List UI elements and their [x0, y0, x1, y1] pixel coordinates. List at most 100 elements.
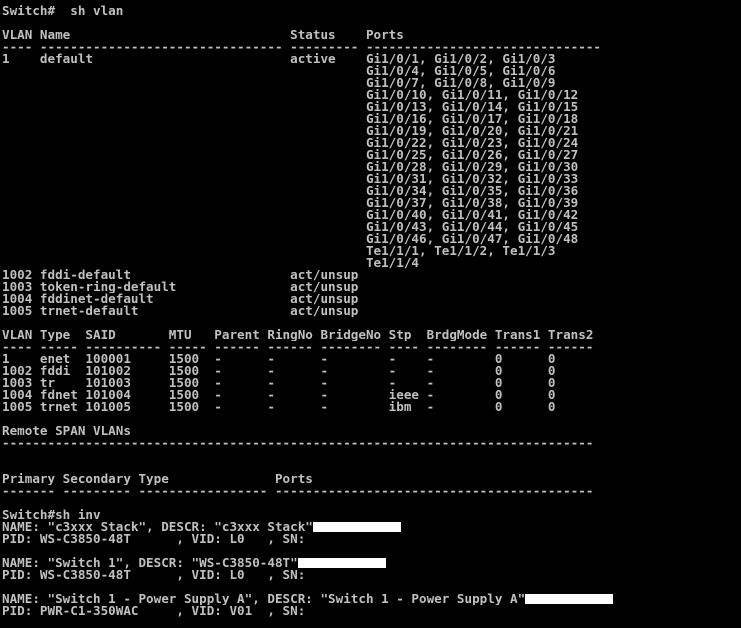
terminal-line: Gi1/0/40, Gi1/0/41, Gi1/0/42 [2, 209, 739, 221]
terminal-line: 1003 token-ring-default act/unsup [2, 281, 739, 293]
terminal-line-text: Gi1/0/43, Gi1/0/44, Gi1/0/45 [2, 221, 579, 233]
terminal-line: PID: PWR-C1-350WAC , VID: V01 , SN: [2, 605, 739, 617]
terminal-line: Te1/1/4 [2, 257, 739, 269]
terminal-line-text: PID: WS-C3850-48T , VID: L0 , SN: [2, 569, 313, 581]
terminal-line: Switch#sh inv [2, 509, 739, 521]
terminal-line: Te1/1/1, Te1/1/2, Te1/1/3 [2, 245, 739, 257]
terminal-line: Remote SPAN VLANs [2, 425, 739, 437]
terminal-line: NAME: "c3xxx Stack", DESCR: "c3xxx Stack… [2, 521, 739, 533]
terminal-line-text: Gi1/0/28, Gi1/0/29, Gi1/0/30 [2, 161, 579, 173]
serial-number-redaction [525, 594, 614, 604]
terminal-line-text: PID: WS-C3850-48T , VID: L0 , SN: [2, 533, 313, 545]
terminal-line: 1002 fddi-default act/unsup [2, 269, 739, 281]
terminal-line-text: NAME: "Switch 1", DESCR: "WS-C3850-48T" [2, 557, 298, 569]
terminal-line: ------- --------- ----------------- ----… [2, 485, 739, 497]
terminal-line: 1 default active Gi1/0/1, Gi1/0/2, Gi1/0… [2, 53, 739, 65]
terminal-line-text: NAME: "Switch 1 - Power Supply A", DESCR… [2, 593, 526, 605]
terminal-line: Gi1/0/37, Gi1/0/38, Gi1/0/39 [2, 197, 739, 209]
terminal-line: 1004 fddinet-default act/unsup [2, 293, 739, 305]
terminal-line: VLAN Name Status Ports [2, 29, 739, 41]
terminal-line: Gi1/0/10, Gi1/0/11, Gi1/0/12 [2, 89, 739, 101]
terminal-line-text: 1 default active Gi1/0/1, Gi1/0/2, Gi1/0… [2, 53, 556, 65]
terminal-line-text: ---- ----- ---------- ----- ------ -----… [2, 341, 594, 353]
terminal-line-text: Gi1/0/25, Gi1/0/26, Gi1/0/27 [2, 149, 579, 161]
terminal-line: 1 enet 100001 1500 - - - - - 0 0 [2, 353, 739, 365]
terminal-line-text: ----------------------------------------… [2, 437, 594, 449]
terminal-line [2, 17, 739, 29]
terminal-line: Gi1/0/34, Gi1/0/35, Gi1/0/36 [2, 185, 739, 197]
terminal-line-text: 1005 trnet 101005 1500 - - - ibm - 0 0 [2, 401, 556, 413]
terminal-line-text: VLAN Type SAID MTU Parent RingNo BridgeN… [2, 329, 594, 341]
terminal-line: 1002 fddi 101002 1500 - - - - - 0 0 [2, 365, 739, 377]
terminal-line-text: Gi1/0/4, Gi1/0/5, Gi1/0/6 [2, 65, 556, 77]
terminal-line-text: Gi1/0/34, Gi1/0/35, Gi1/0/36 [2, 185, 579, 197]
terminal-line-text: Te1/1/1, Te1/1/2, Te1/1/3 [2, 245, 556, 257]
serial-number-redaction [297, 558, 386, 568]
terminal-line: Gi1/0/28, Gi1/0/29, Gi1/0/30 [2, 161, 739, 173]
terminal-line-text: 1 enet 100001 1500 - - - - - 0 0 [2, 353, 556, 365]
terminal-line: ---- ----- ---------- ----- ------ -----… [2, 341, 739, 353]
terminal-line: Gi1/0/31, Gi1/0/32, Gi1/0/33 [2, 173, 739, 185]
terminal-line-text: Remote SPAN VLANs [2, 425, 131, 437]
terminal-line: VLAN Type SAID MTU Parent RingNo BridgeN… [2, 329, 739, 341]
terminal-line-text [2, 497, 10, 509]
terminal-line: ---- -------------------------------- --… [2, 41, 739, 53]
terminal-line-text: VLAN Name Status Ports [2, 29, 404, 41]
terminal-line-text: Primary Secondary Type Ports [2, 473, 313, 485]
terminal-line [2, 581, 739, 593]
terminal-line-text: Gi1/0/19, Gi1/0/20, Gi1/0/21 [2, 125, 579, 137]
terminal-line-text: Gi1/0/40, Gi1/0/41, Gi1/0/42 [2, 209, 579, 221]
serial-number-redaction [312, 522, 401, 532]
terminal-line: ----------------------------------------… [2, 437, 739, 449]
terminal-line: Gi1/0/43, Gi1/0/44, Gi1/0/45 [2, 221, 739, 233]
terminal-line: 1005 trnet 101005 1500 - - - ibm - 0 0 [2, 401, 739, 413]
terminal-line: Gi1/0/7, Gi1/0/8, Gi1/0/9 [2, 77, 739, 89]
terminal-line-text [2, 545, 10, 557]
terminal-line-text: 1002 fddi-default act/unsup [2, 269, 359, 281]
terminal-line: Gi1/0/22, Gi1/0/23, Gi1/0/24 [2, 137, 739, 149]
terminal-line-text [2, 581, 10, 593]
terminal-line-text: Gi1/0/37, Gi1/0/38, Gi1/0/39 [2, 197, 579, 209]
terminal-line-text: Gi1/0/13, Gi1/0/14, Gi1/0/15 [2, 101, 579, 113]
terminal-line-text: Gi1/0/7, Gi1/0/8, Gi1/0/9 [2, 77, 556, 89]
terminal-line-text: ------- --------- ----------------- ----… [2, 485, 594, 497]
terminal-line: Gi1/0/25, Gi1/0/26, Gi1/0/27 [2, 149, 739, 161]
terminal-line: 1003 tr 101003 1500 - - - - - 0 0 [2, 377, 739, 389]
terminal-line-text: 1004 fddinet-default act/unsup [2, 293, 359, 305]
terminal-line-text [2, 17, 10, 29]
terminal-line-text: Te1/1/4 [2, 257, 420, 269]
terminal-line-text [2, 317, 10, 329]
terminal-line: NAME: "Switch 1 - Power Supply A", DESCR… [2, 593, 739, 605]
terminal-line-text: ---- -------------------------------- --… [2, 41, 601, 53]
terminal-line-text: Switch#sh inv [2, 509, 101, 521]
terminal-line-text: 1002 fddi 101002 1500 - - - - - 0 0 [2, 365, 556, 377]
terminal-line-text: 1003 token-ring-default act/unsup [2, 281, 359, 293]
terminal-line: PID: WS-C3850-48T , VID: L0 , SN: [2, 569, 739, 581]
terminal-line: PID: WS-C3850-48T , VID: L0 , SN: [2, 533, 739, 545]
terminal-line-text: Gi1/0/22, Gi1/0/23, Gi1/0/24 [2, 137, 579, 149]
terminal-line [2, 545, 739, 557]
terminal-line: Gi1/0/13, Gi1/0/14, Gi1/0/15 [2, 101, 739, 113]
terminal-line-text: NAME: "c3xxx Stack", DESCR: "c3xxx Stack… [2, 521, 313, 533]
terminal-line-text: 1004 fdnet 101004 1500 - - - ieee - 0 0 [2, 389, 556, 401]
terminal-line-text: 1003 tr 101003 1500 - - - - - 0 0 [2, 377, 556, 389]
terminal-line: Gi1/0/19, Gi1/0/20, Gi1/0/21 [2, 125, 739, 137]
terminal-line [2, 449, 739, 461]
terminal-output[interactable]: Switch# sh vlan VLAN Name Status Ports --… [2, 5, 739, 625]
terminal-line-text: PID: PWR-C1-350WAC , VID: V01 , SN: [2, 605, 313, 617]
terminal-line: Gi1/0/4, Gi1/0/5, Gi1/0/6 [2, 65, 739, 77]
terminal-line-text: 1005 trnet-default act/unsup [2, 305, 359, 317]
terminal-line-text: Gi1/0/10, Gi1/0/11, Gi1/0/12 [2, 89, 579, 101]
terminal-line: Gi1/0/46, Gi1/0/47, Gi1/0/48 [2, 233, 739, 245]
terminal-line-text [2, 449, 10, 461]
terminal-line: Switch# sh vlan [2, 5, 739, 17]
terminal-line [2, 317, 739, 329]
terminal-line-text [2, 461, 10, 473]
terminal-line-text: Switch# sh vlan [2, 5, 124, 17]
terminal-line [2, 497, 739, 509]
terminal-line: Gi1/0/16, Gi1/0/17, Gi1/0/18 [2, 113, 739, 125]
terminal-line-text: Gi1/0/16, Gi1/0/17, Gi1/0/18 [2, 113, 579, 125]
terminal-line [2, 413, 739, 425]
terminal-line: Primary Secondary Type Ports [2, 473, 739, 485]
terminal-line: NAME: "Switch 1", DESCR: "WS-C3850-48T" [2, 557, 739, 569]
